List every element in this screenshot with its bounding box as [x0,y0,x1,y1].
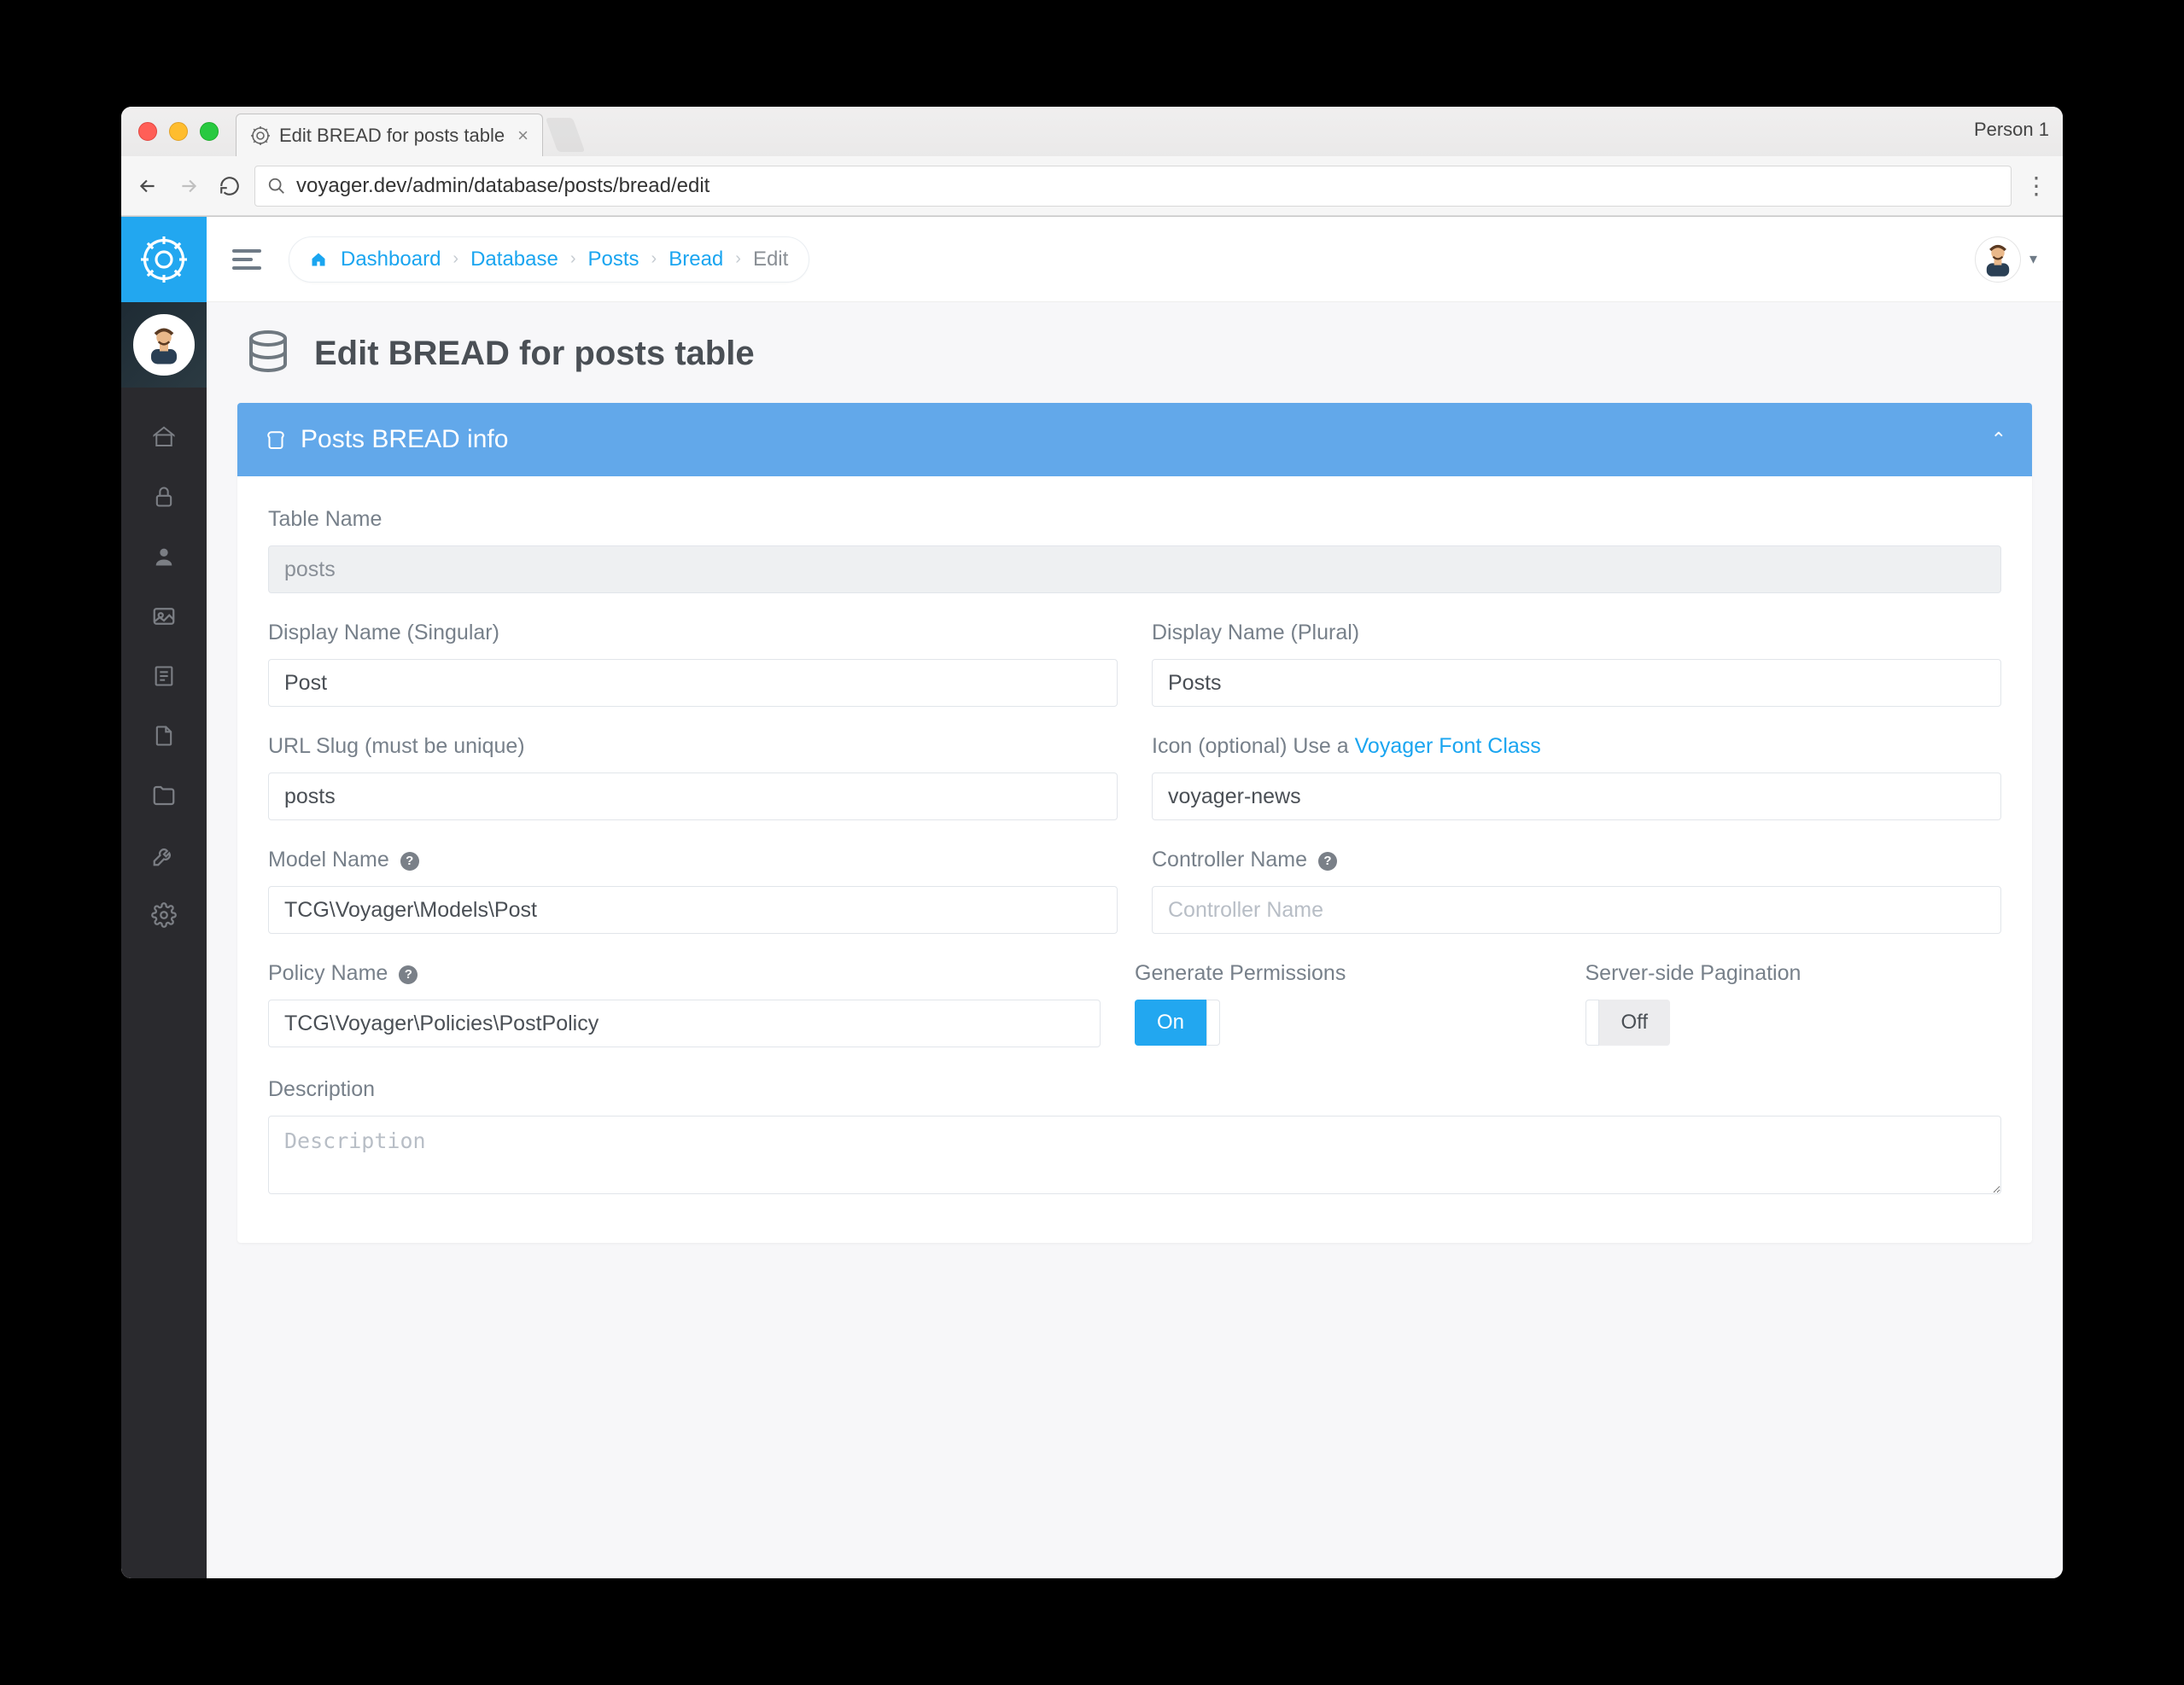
url-text: voyager.dev/admin/database/posts/bread/e… [296,174,710,198]
sidebar-item-settings[interactable] [149,900,179,930]
search-icon [267,177,286,195]
sidebar-item-roles[interactable] [149,481,179,512]
sidebar-item-posts[interactable] [149,661,179,691]
window-maximize-button[interactable] [200,122,219,141]
sidebar-item-pages[interactable] [149,720,179,751]
label-model-name: Model Name ? [268,848,1118,872]
page-header: Edit BREAD for posts table [237,328,2032,379]
chevron-right-icon: › [453,249,458,269]
sidebar-toggle-button[interactable] [232,242,268,277]
user-menu[interactable]: ▾ [1975,236,2037,283]
toggle-on-label: On [1135,1000,1206,1046]
nav-back-button[interactable] [131,170,164,202]
help-icon[interactable]: ? [399,965,418,984]
label-model-name-text: Model Name [268,848,389,872]
nav-reload-button[interactable] [213,170,246,202]
tab-close-icon[interactable]: × [517,125,528,147]
database-icon [242,328,294,379]
browser-tab[interactable]: Edit BREAD for posts table × [236,114,543,156]
breadcrumb-link-database[interactable]: Database [470,248,558,271]
chevron-right-icon: › [570,249,576,269]
browser-menu-button[interactable]: ⋮ [2020,170,2053,202]
label-url-slug: URL Slug (must be unique) [268,734,1118,759]
sidebar [121,217,207,1578]
label-generate-permissions: Generate Permissions [1135,961,1551,986]
server-side-pagination-toggle[interactable]: Off [1585,1000,1671,1046]
controller-name-input[interactable] [1152,886,2001,934]
bread-icon [263,427,289,452]
sidebar-logo[interactable] [121,217,207,302]
label-icon: Icon (optional) Use a Voyager Font Class [1152,734,2001,759]
label-display-singular: Display Name (Singular) [268,621,1118,645]
url-bar[interactable]: voyager.dev/admin/database/posts/bread/e… [254,166,2012,207]
sidebar-item-dashboard[interactable] [149,422,179,452]
breadcrumb-link-dashboard[interactable]: Dashboard [341,248,441,271]
browser-window: Edit BREAD for posts table × Person 1 vo… [121,107,2063,1578]
label-display-plural: Display Name (Plural) [1152,621,2001,645]
avatar [1975,236,2021,283]
chevron-up-icon: ⌃ [1991,429,2006,451]
panel-title: Posts BREAD info [301,425,508,454]
sidebar-item-media[interactable] [149,601,179,632]
traffic-lights [138,122,219,141]
voyager-font-class-link[interactable]: Voyager Font Class [1355,734,1541,758]
chevron-right-icon: › [651,249,657,269]
label-description: Description [268,1077,2001,1102]
topbar: Dashboard › Database › Posts › Bread › E… [207,217,2063,302]
label-controller-name: Controller Name ? [1152,848,2001,872]
display-singular-input[interactable] [268,659,1118,707]
panel-header[interactable]: Posts BREAD info ⌃ [237,403,2032,476]
help-icon[interactable]: ? [400,852,419,871]
tab-favicon-icon [250,125,271,146]
display-plural-input[interactable] [1152,659,2001,707]
chevron-right-icon: › [735,249,741,269]
panel-bread-info: Posts BREAD info ⌃ Table Name Display Na… [237,403,2032,1243]
generate-permissions-toggle[interactable]: On [1135,1000,1220,1046]
sidebar-item-users[interactable] [149,541,179,572]
sidebar-item-categories[interactable] [149,780,179,811]
url-slug-input[interactable] [268,773,1118,820]
label-server-side-pagination: Server-side Pagination [1585,961,2002,986]
new-tab-button[interactable] [546,118,586,152]
chevron-down-icon: ▾ [2029,250,2037,268]
sidebar-item-tools[interactable] [149,840,179,871]
label-policy-name: Policy Name ? [268,961,1101,986]
label-policy-name-text: Policy Name [268,961,388,985]
table-name-input [268,545,2001,593]
policy-name-input[interactable] [268,1000,1101,1047]
breadcrumb-current: Edit [753,248,788,271]
description-textarea[interactable] [268,1116,2001,1194]
breadcrumb-link-bread[interactable]: Bread [669,248,723,271]
nav-forward-button[interactable] [172,170,205,202]
toggle-off-label: Off [1599,1000,1671,1046]
page-title: Edit BREAD for posts table [314,335,755,373]
label-table-name: Table Name [268,507,2001,532]
help-icon[interactable]: ? [1318,852,1337,871]
home-icon [310,251,327,268]
profile-indicator[interactable]: Person 1 [1974,119,2049,141]
icon-input[interactable] [1152,773,2001,820]
label-controller-name-text: Controller Name [1152,848,1307,872]
browser-chrome: Edit BREAD for posts table × Person 1 vo… [121,107,2063,217]
window-close-button[interactable] [138,122,157,141]
breadcrumb-link-posts[interactable]: Posts [588,248,639,271]
sidebar-avatar[interactable] [121,302,207,388]
breadcrumb: Dashboard › Database › Posts › Bread › E… [289,236,809,283]
label-icon-text: Icon (optional) Use a [1152,734,1355,758]
tab-title: Edit BREAD for posts table [279,125,509,147]
window-minimize-button[interactable] [169,122,188,141]
model-name-input[interactable] [268,886,1118,934]
